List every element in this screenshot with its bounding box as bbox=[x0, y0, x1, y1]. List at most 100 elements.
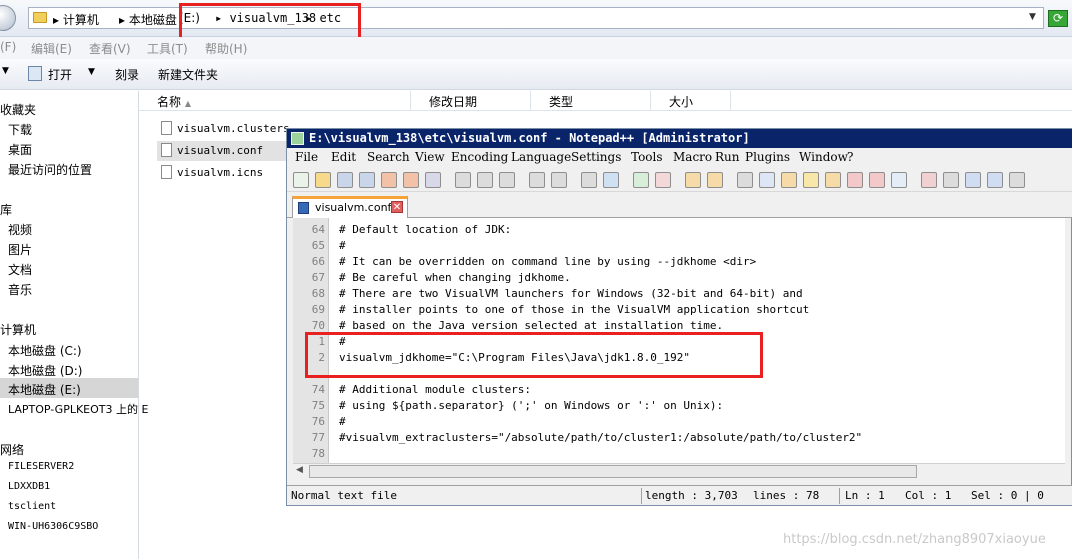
menu-search[interactable]: Search bbox=[367, 150, 410, 164]
find-icon[interactable] bbox=[581, 172, 597, 188]
save-all-icon[interactable] bbox=[359, 172, 375, 188]
refresh-icon[interactable]: ⟳ bbox=[1048, 10, 1068, 27]
window-title[interactable]: E:\visualvm_138\etc\visualvm.conf - Note… bbox=[287, 129, 1072, 148]
menu-file[interactable]: File bbox=[295, 150, 318, 164]
nav-item-network-pc[interactable]: FILESERVER2 bbox=[8, 461, 74, 472]
column-name[interactable]: 名称 ▲ bbox=[139, 91, 411, 111]
breadcrumb-computer[interactable]: ▸ 计算机 bbox=[53, 11, 99, 28]
monitoring-icon[interactable] bbox=[891, 172, 907, 188]
nav-item-drive-c[interactable]: 本地磁盘 (C:) bbox=[0, 341, 138, 361]
nav-item-laptop-share[interactable]: LAPTOP-GPLKEOT3 上的 E bbox=[8, 401, 148, 417]
indent-guide-icon[interactable] bbox=[781, 172, 797, 188]
menu-macro[interactable]: Macro bbox=[673, 150, 712, 164]
menu-view[interactable]: View bbox=[415, 150, 445, 164]
sync-vertical-icon[interactable] bbox=[685, 172, 701, 188]
code-line[interactable]: # Additional module clusters: bbox=[339, 383, 531, 396]
folder-workspace-icon[interactable] bbox=[869, 172, 885, 188]
nav-item-desktop[interactable]: 桌面 bbox=[8, 141, 32, 158]
new-file-icon[interactable] bbox=[293, 172, 309, 188]
scroll-left-icon[interactable]: ◀ bbox=[296, 465, 303, 475]
code-line[interactable]: #visualvm_extraclusters="/absolute/path/… bbox=[339, 431, 862, 444]
nav-item-drive-e[interactable]: 本地磁盘 (E:) bbox=[0, 378, 138, 398]
file-row[interactable]: visualvm.clusters bbox=[157, 119, 290, 139]
close-all-icon[interactable] bbox=[403, 172, 419, 188]
menu-edit[interactable]: Edit bbox=[331, 150, 356, 164]
chevron-down-icon[interactable]: ▼ bbox=[1029, 12, 1036, 22]
cut-icon[interactable] bbox=[455, 172, 471, 188]
code-line[interactable]: # It can be overridden on command line b… bbox=[339, 255, 756, 268]
nav-computer-header[interactable]: 计算机 bbox=[0, 321, 36, 338]
nav-item-pictures[interactable]: 图片 bbox=[8, 241, 32, 258]
menu-help[interactable]: ? bbox=[847, 150, 853, 164]
word-wrap-icon[interactable] bbox=[737, 172, 753, 188]
horizontal-scrollbar[interactable]: ◀ bbox=[293, 463, 1065, 479]
code-line[interactable]: # bbox=[339, 415, 346, 428]
nav-item-documents[interactable]: 文档 bbox=[8, 261, 32, 278]
scrollbar-thumb[interactable] bbox=[309, 465, 917, 478]
burn-button[interactable]: 刻录 bbox=[115, 66, 139, 83]
menu-help[interactable]: 帮助(H) bbox=[205, 40, 247, 57]
show-all-chars-icon[interactable] bbox=[759, 172, 775, 188]
organize-dropdown-icon[interactable]: ▼ bbox=[2, 66, 9, 76]
menu-edit[interactable]: 编辑(E) bbox=[31, 40, 72, 57]
menu-tools[interactable]: 工具(T) bbox=[147, 40, 188, 57]
code-line[interactable]: # Default location of JDK: bbox=[339, 223, 511, 236]
nav-library-header[interactable]: 库 bbox=[0, 201, 12, 218]
play-macro-icon[interactable] bbox=[965, 172, 981, 188]
print-icon[interactable] bbox=[425, 172, 441, 188]
open-dropdown-icon[interactable]: ▼ bbox=[88, 67, 95, 77]
record-macro-icon[interactable] bbox=[921, 172, 937, 188]
menu-settings[interactable]: Settings bbox=[571, 150, 621, 164]
run-macro-multiple-icon[interactable] bbox=[987, 172, 1003, 188]
nav-item-network-pc[interactable]: LDXXDB1 bbox=[8, 481, 50, 492]
code-line[interactable]: # bbox=[339, 239, 346, 252]
function-list-icon[interactable] bbox=[847, 172, 863, 188]
menu-plugins[interactable]: Plugins bbox=[745, 150, 790, 164]
lang-define-icon[interactable] bbox=[803, 172, 819, 188]
save-icon[interactable] bbox=[337, 172, 353, 188]
nav-item-music[interactable]: 音乐 bbox=[8, 281, 32, 298]
code-line[interactable]: # installer points to one of those in th… bbox=[339, 303, 809, 316]
menu-file[interactable]: (F) bbox=[0, 40, 16, 54]
stop-macro-icon[interactable] bbox=[943, 172, 959, 188]
nav-item-network-pc[interactable]: tsclient bbox=[8, 501, 56, 512]
column-type[interactable]: 类型 bbox=[531, 91, 651, 111]
nav-item-videos[interactable]: 视频 bbox=[8, 221, 32, 238]
code-line[interactable]: # based on the Java version selected at … bbox=[339, 319, 723, 332]
file-row[interactable]: visualvm.conf bbox=[157, 141, 287, 161]
zoom-out-icon[interactable] bbox=[655, 172, 671, 188]
close-file-icon[interactable] bbox=[381, 172, 397, 188]
menu-run[interactable]: Run bbox=[715, 150, 740, 164]
replace-icon[interactable] bbox=[603, 172, 619, 188]
new-folder-button[interactable]: 新建文件夹 bbox=[158, 66, 218, 83]
menu-view[interactable]: 查看(V) bbox=[89, 40, 131, 57]
back-button[interactable] bbox=[0, 5, 16, 31]
menu-window[interactable]: Window bbox=[799, 150, 848, 164]
code-line[interactable]: # using ${path.separator} (';' on Window… bbox=[339, 399, 723, 412]
nav-favorites-header[interactable]: 收藏夹 bbox=[0, 101, 36, 118]
column-size[interactable]: 大小 bbox=[651, 91, 731, 111]
menu-language[interactable]: Language bbox=[511, 150, 571, 164]
code-line[interactable]: # Be careful when changing jdkhome. bbox=[339, 271, 571, 284]
nav-item-downloads[interactable]: 下载 bbox=[8, 121, 32, 138]
code-line[interactable]: # There are two VisualVM launchers for W… bbox=[339, 287, 803, 300]
nav-network-header[interactable]: 网络 bbox=[0, 441, 24, 458]
undo-icon[interactable] bbox=[529, 172, 545, 188]
close-icon[interactable]: ✕ bbox=[391, 201, 403, 213]
nav-item-recent[interactable]: 最近访问的位置 bbox=[8, 161, 92, 178]
menu-tools[interactable]: Tools bbox=[631, 150, 663, 164]
sync-horizontal-icon[interactable] bbox=[707, 172, 723, 188]
column-modified[interactable]: 修改日期 bbox=[411, 91, 531, 111]
paste-icon[interactable] bbox=[499, 172, 515, 188]
breadcrumb-local-disk[interactable]: ▸ 本地磁盘 bbox=[119, 11, 177, 28]
nav-item-network-pc[interactable]: WIN-UH6306C9SBO bbox=[8, 521, 98, 532]
doc-map-icon[interactable] bbox=[825, 172, 841, 188]
open-button[interactable]: 打开 bbox=[48, 66, 72, 83]
file-row[interactable]: visualvm.icns bbox=[157, 163, 287, 183]
tab-visualvm-conf[interactable]: visualvm.conf ✕ bbox=[292, 196, 408, 218]
redo-icon[interactable] bbox=[551, 172, 567, 188]
menu-encoding[interactable]: Encoding bbox=[451, 150, 508, 164]
copy-icon[interactable] bbox=[477, 172, 493, 188]
zoom-in-icon[interactable] bbox=[633, 172, 649, 188]
open-file-icon[interactable] bbox=[315, 172, 331, 188]
